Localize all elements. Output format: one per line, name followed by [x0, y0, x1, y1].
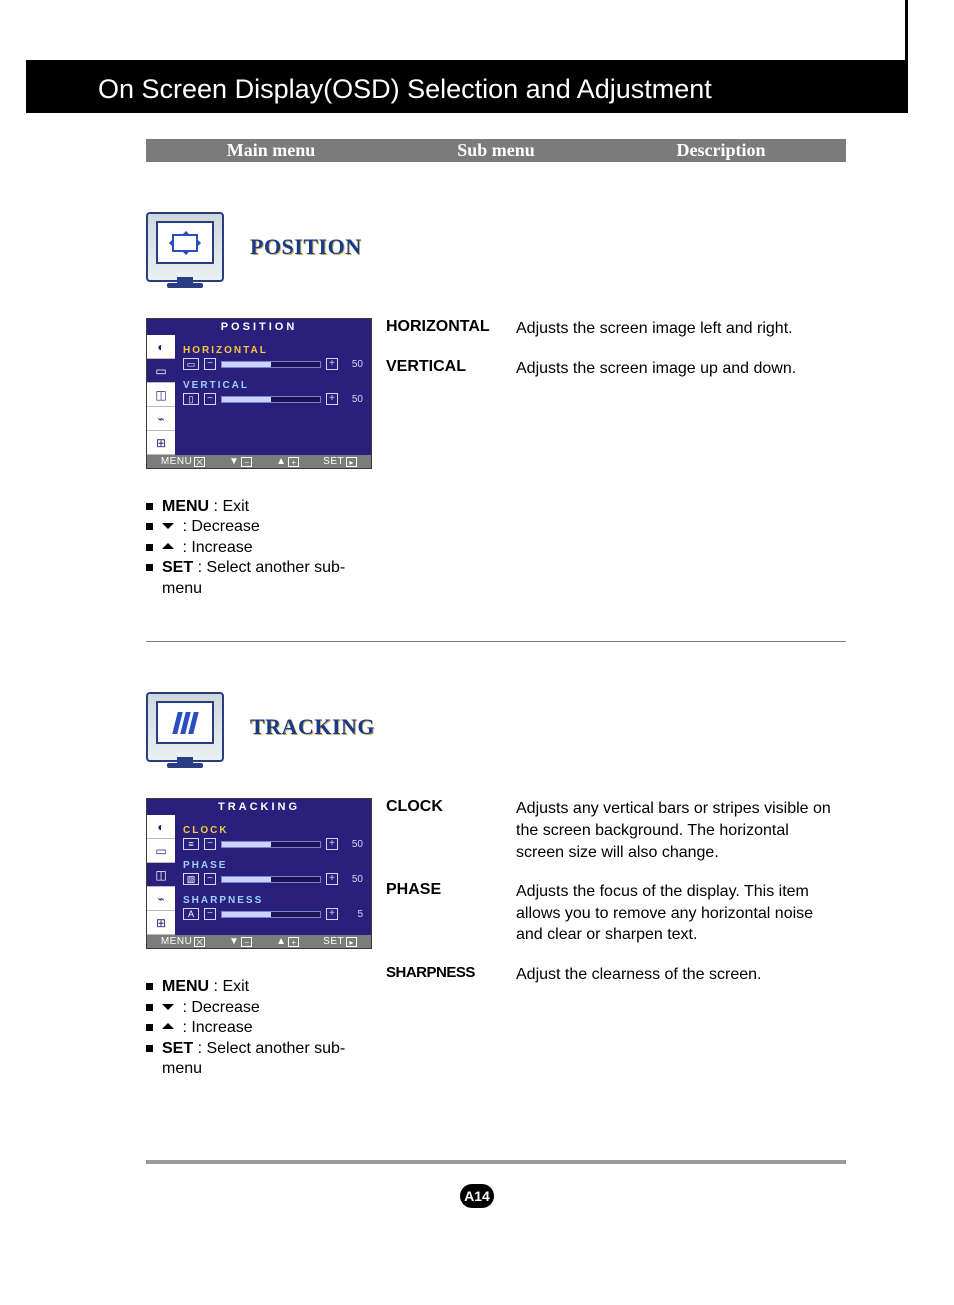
column-header-row: Main menu Sub menu Description: [146, 139, 846, 162]
section-tracking: TRACKING TRACKING ◐ ▭ ◫ ⌁ ⊞: [146, 692, 846, 1079]
osd-value: 50: [343, 839, 363, 850]
osd-tab-icon: ⌁: [147, 887, 175, 911]
osd-tab-icon: ▭: [147, 839, 175, 863]
sharpness-icon: A: [183, 908, 199, 920]
col-main: Main menu: [146, 140, 396, 161]
osd-tab-icon: ⌁: [147, 407, 175, 431]
plus-icon: +: [326, 838, 338, 850]
osd-up-label: ▲+: [276, 456, 299, 467]
osd-row-label: VERTICAL: [183, 380, 363, 391]
vertical-icon: ▯: [183, 393, 199, 405]
position-osd-panel: POSITION ◐ ▭ ◫ ⌁ ⊞ HORIZONTAL: [146, 318, 372, 469]
section-divider: [146, 641, 846, 642]
col-desc: Description: [596, 140, 846, 161]
osd-value: 50: [343, 874, 363, 885]
osd-tab-icon: ◐: [147, 815, 175, 839]
osd-tab-icon: ◐: [147, 335, 175, 359]
minus-icon: −: [204, 908, 216, 920]
minus-icon: −: [204, 393, 216, 405]
section-position: POSITION POSITION ◐ ▭ ◫ ⌁ ⊞: [146, 212, 846, 599]
def-desc: Adjusts any vertical bars or stripes vis…: [516, 798, 846, 863]
phase-icon: ▧: [183, 873, 199, 885]
osd-menu-label: MENU⨉: [161, 936, 205, 947]
osd-tab-icon: ⊞: [147, 911, 175, 935]
osd-title: TRACKING: [147, 799, 371, 815]
tracking-osd-panel: TRACKING ◐ ▭ ◫ ⌁ ⊞ CLOCK: [146, 798, 372, 949]
osd-value: 5: [343, 909, 363, 920]
horizontal-icon: ▭: [183, 358, 199, 370]
position-legend: MENU : Exit : Decrease : Increase SET : …: [146, 497, 372, 599]
triangle-up-icon: [162, 537, 174, 549]
osd-tab-icon: ◫: [147, 383, 175, 407]
page-title: On Screen Display(OSD) Selection and Adj…: [26, 60, 908, 113]
osd-down-label: ▼−: [229, 456, 252, 467]
minus-icon: −: [204, 873, 216, 885]
minus-icon: −: [204, 358, 216, 370]
plus-icon: +: [326, 358, 338, 370]
osd-value: 50: [343, 359, 363, 370]
tracking-icon: [146, 692, 224, 762]
osd-row-label: HORIZONTAL: [183, 345, 363, 356]
def-desc: Adjust the clearness of the screen.: [516, 964, 846, 986]
footer-rule: [146, 1160, 846, 1164]
triangle-down-icon: [162, 523, 174, 535]
def-desc: Adjusts the focus of the display. This i…: [516, 881, 846, 946]
clock-icon: ≡: [183, 838, 199, 850]
position-title: POSITION: [250, 234, 362, 260]
position-icon: [146, 212, 224, 282]
def-term-clock: CLOCK: [386, 798, 516, 863]
page-number-badge: A14: [460, 1184, 494, 1208]
tracking-title: TRACKING: [250, 714, 375, 740]
tracking-legend: MENU : Exit : Decrease : Increase SET : …: [146, 977, 372, 1079]
def-term-phase: PHASE: [386, 881, 516, 946]
osd-tab-icon: ◫: [147, 863, 175, 887]
plus-icon: +: [326, 873, 338, 885]
def-term-horizontal: HORIZONTAL: [386, 318, 516, 340]
osd-down-label: ▼−: [229, 936, 252, 947]
osd-tab-icon: ▭: [147, 359, 175, 383]
def-desc: Adjusts the screen image up and down.: [516, 358, 846, 380]
osd-title: POSITION: [147, 319, 371, 335]
def-desc: Adjusts the screen image left and right.: [516, 318, 846, 340]
def-term-sharpness: SHARPNESS: [386, 964, 516, 986]
osd-tab-icon: ⊞: [147, 431, 175, 455]
osd-set-label: SET▸: [323, 936, 357, 947]
def-term-vertical: VERTICAL: [386, 358, 516, 380]
osd-row-label: PHASE: [183, 860, 363, 871]
triangle-down-icon: [162, 1004, 174, 1016]
triangle-up-icon: [162, 1017, 174, 1029]
plus-icon: +: [326, 393, 338, 405]
osd-row-label: CLOCK: [183, 825, 363, 836]
plus-icon: +: [326, 908, 338, 920]
osd-set-label: SET▸: [323, 456, 357, 467]
osd-value: 50: [343, 394, 363, 405]
col-sub: Sub menu: [396, 140, 596, 161]
osd-up-label: ▲+: [276, 936, 299, 947]
osd-menu-label: MENU⨉: [161, 456, 205, 467]
osd-row-label: SHARPNESS: [183, 895, 363, 906]
minus-icon: −: [204, 838, 216, 850]
